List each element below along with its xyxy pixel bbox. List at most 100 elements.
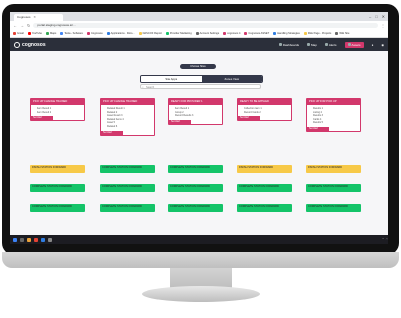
system-tray: ^ ◠	[383, 238, 388, 241]
forward-icon[interactable]: →	[20, 23, 24, 28]
bookmark-item[interactable]: Risk Page - Projects	[303, 32, 331, 35]
browser-tab[interactable]: Cognosos ✕	[14, 14, 63, 21]
nav-item-3[interactable]: Assets	[344, 41, 364, 48]
tab-site-apps[interactable]: Site Apps	[141, 76, 202, 82]
status-card[interactable]: COMPLETE STATION FORWARD	[168, 204, 223, 212]
set-alert-button[interactable]: Set Alert	[307, 126, 329, 131]
status-card[interactable]: COMPLETE STATION FORWARD	[100, 165, 155, 173]
menu-icon[interactable]: ⋮	[381, 23, 385, 28]
list-item[interactable]: Results 5	[313, 121, 354, 125]
bookmark-item[interactable]: Handling Strategies	[273, 32, 300, 35]
start-icon[interactable]	[13, 237, 17, 242]
app-header: cognosos Dashboards Map Alerts Assets ● ◉	[10, 38, 388, 51]
choose-sites-button[interactable]: Choose Sites	[180, 64, 216, 69]
status-card[interactable]: FINISH STATION FORWARD	[237, 165, 292, 173]
nav-icon	[324, 43, 328, 46]
bookmark-icon	[27, 32, 31, 35]
bookmark-item[interactable]: YouTube	[27, 32, 42, 35]
bookmark-label: Account Settings	[199, 32, 220, 35]
minimize-icon[interactable]: –	[369, 13, 371, 21]
status-card[interactable]: COMPLETE STATION FORWARD	[168, 184, 223, 192]
bookmark-label: Tesla - Software	[64, 32, 83, 35]
url-field[interactable]: portal.staging.cognosos.io/...	[33, 23, 378, 28]
set-alert-button[interactable]: Set Alert	[169, 119, 191, 124]
status-card[interactable]: FINISH STATION FORWARD	[30, 165, 85, 173]
back-icon[interactable]: ←	[13, 23, 17, 28]
nav-item-2[interactable]: Alerts	[324, 42, 337, 47]
zone-card[interactable]: READY FOR PROVIDER 1 Item Result 1 Group 2…	[168, 98, 223, 125]
list-item[interactable]: Item Result 2	[37, 111, 78, 115]
nav-item-0[interactable]: Dashboards	[278, 43, 299, 47]
header-nav: Dashboards Map Alerts Assets ● ◉	[278, 41, 384, 48]
reload-icon[interactable]: ↻	[27, 23, 30, 28]
status-card[interactable]: FINISH STATION FORWARD	[306, 165, 361, 173]
status-card[interactable]: COMPLETE STATION FORWARD	[168, 165, 223, 173]
status-card[interactable]: COMPLETE STATION FORWARD	[237, 184, 292, 192]
wifi-icon[interactable]: ◠	[386, 238, 388, 241]
user-icon[interactable]: ◉	[381, 43, 384, 47]
bookmark-item[interactable]: Maps	[45, 32, 57, 35]
zone-card[interactable]: PICK UP CHANGE TRAINED Related Result 1 Re…	[100, 98, 155, 136]
bookmark-item[interactable]: Cognosos ASSET	[244, 32, 269, 35]
logo[interactable]: cognosos	[14, 41, 46, 48]
folder-icon[interactable]	[27, 237, 31, 242]
list-item[interactable]: Record Cards 2	[244, 111, 285, 115]
zone-card-body: Results 1 Listing 2 Results 3 Cards 4 Result…	[307, 105, 360, 127]
bookmark-label: Wiki Site	[339, 32, 350, 35]
zone-card[interactable]: PICK UP CHANGE TRAINED Item Result 1 Item …	[30, 98, 85, 122]
bookmark-icon	[45, 32, 49, 35]
tray-icon[interactable]: ^	[383, 238, 384, 241]
bookmark-icon	[165, 32, 169, 35]
set-alert-button[interactable]: Set Alert	[238, 116, 260, 121]
list-item[interactable]: Record Results 3	[175, 114, 216, 118]
status-card[interactable]: COMPLETE STATION FORWARD	[306, 184, 361, 192]
status-card[interactable]: COMPLETE STATION FORWARD	[100, 184, 155, 192]
nav-icon	[278, 43, 282, 46]
bookmark-item[interactable]: Cognosos	[86, 32, 103, 35]
zone-card[interactable]: READY TO BE APPLIED Collection item 1 Reco…	[237, 98, 292, 122]
bookmark-item[interactable]: Gmail	[13, 32, 24, 35]
bookmark-item[interactable]: Provider Marketing	[165, 32, 192, 35]
zone-card-body: Item Result 1 Item Result 2	[31, 105, 84, 116]
bookmark-item[interactable]: Applications · Roto...	[106, 32, 135, 35]
bookmark-label: Maps	[49, 32, 57, 35]
bell-icon[interactable]: ●	[372, 43, 374, 47]
bookmark-label: Handling Strategies	[277, 32, 300, 35]
close-icon[interactable]: ✕	[33, 15, 36, 19]
address-bar-row: ← → ↻ portal.staging.cognosos.io/... ⋮	[10, 21, 388, 30]
bookmark-item[interactable]: Tesla - Software	[60, 32, 83, 35]
nav-item-1[interactable]: Map	[307, 43, 317, 47]
board-column: PICK UP FOR PICK UP Results 1 Listing 2 Res…	[306, 98, 361, 212]
nav-icon	[347, 43, 351, 46]
window-controls: – □ ✕	[369, 13, 388, 21]
bookmark-item[interactable]: Account Settings	[195, 32, 220, 35]
close-window-icon[interactable]: ✕	[382, 13, 385, 21]
bookmark-label: DASCOF Report	[142, 32, 162, 35]
chrome-icon[interactable]	[34, 237, 38, 242]
maximize-icon[interactable]: □	[375, 13, 377, 21]
app-icon[interactable]	[48, 237, 52, 242]
list-item[interactable]: Related 6	[107, 125, 148, 129]
bookmark-icon	[86, 32, 90, 35]
search-input[interactable]: ⌕ Search	[140, 84, 261, 89]
search-placeholder: Search	[146, 86, 155, 89]
status-card[interactable]: COMPLETE STATION FORWARD	[100, 204, 155, 212]
set-alert-button[interactable]: Set Alert	[101, 130, 123, 135]
status-card[interactable]: COMPLETE STATION FORWARD	[30, 204, 85, 212]
zone-card[interactable]: PICK UP FOR PICK UP Results 1 Listing 2 Res…	[306, 98, 361, 132]
nav-label: Map	[311, 42, 317, 47]
tab-zones-view[interactable]: Zones View	[201, 76, 262, 82]
set-alert-button[interactable]: Set Alert	[31, 116, 53, 121]
status-card[interactable]: COMPLETE STATION FORWARD	[30, 184, 85, 192]
bookmark-item[interactable]: Wiki Site	[335, 32, 349, 35]
nav-label: Alerts	[328, 42, 337, 47]
search-taskbar-icon[interactable]	[20, 237, 24, 242]
status-card[interactable]: COMPLETE STATION FORWARD	[306, 204, 361, 212]
bookmark-label: Cognosos	[90, 32, 103, 35]
bookmark-item[interactable]: DASCOF Report	[138, 32, 162, 35]
board-column: READY FOR PROVIDER 1 Item Result 1 Group 2…	[168, 98, 223, 212]
bookmark-item[interactable]: cognosos 4	[223, 32, 240, 35]
screen: Cognosos ✕ – □ ✕ ← → ↻ portal.staging.co…	[10, 12, 388, 244]
status-card[interactable]: COMPLETE STATION FORWARD	[237, 204, 292, 212]
app-icon[interactable]	[41, 237, 45, 242]
